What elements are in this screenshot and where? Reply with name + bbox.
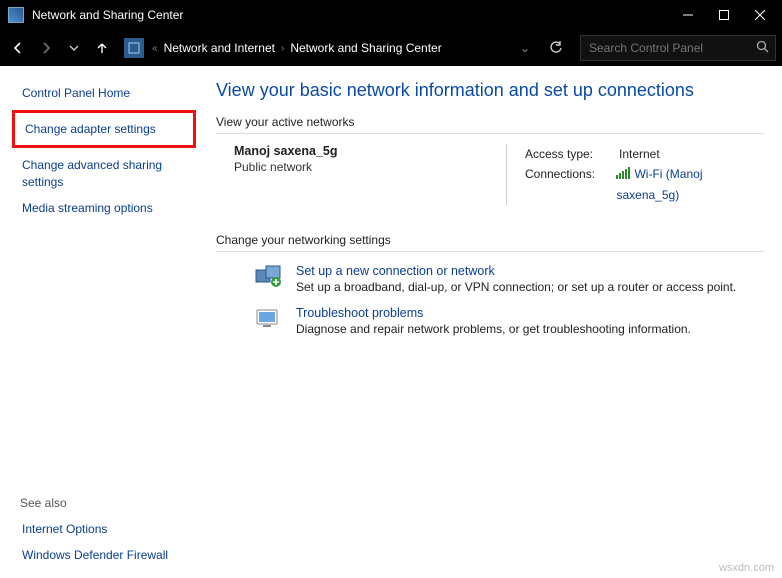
breadcrumb-network-internet[interactable]: Network and Internet [164,41,275,55]
address-icon [124,38,144,58]
access-type-value: Internet [619,144,660,164]
close-button[interactable] [742,0,778,30]
troubleshoot-desc: Diagnose and repair network problems, or… [296,322,691,336]
network-name: Manoj saxena_5g [234,144,506,158]
setup-connection-link[interactable]: Set up a new connection or network [296,264,495,278]
window-title: Network and Sharing Center [32,8,670,22]
action-setup-connection: Set up a new connection or network Set u… [254,264,764,294]
sidebar-media-streaming[interactable]: Media streaming options [20,195,190,221]
access-type-label: Access type: [525,144,609,164]
sidebar-advanced-sharing[interactable]: Change advanced sharing settings [20,152,190,194]
forward-button[interactable] [34,36,58,60]
divider [216,133,764,134]
sidebar-control-panel-home[interactable]: Control Panel Home [20,80,190,106]
connection-link[interactable]: Wi-Fi (Manoj saxena_5g) [616,167,702,201]
sidebar: Control Panel Home Change adapter settin… [0,66,200,578]
breadcrumb-sharing-center[interactable]: Network and Sharing Center [290,41,441,55]
recent-dropdown[interactable] [62,36,86,60]
network-type: Public network [234,160,506,174]
troubleshoot-link[interactable]: Troubleshoot problems [296,306,423,320]
highlight-change-adapter: Change adapter settings [12,110,196,148]
up-button[interactable] [90,36,114,60]
minimize-button[interactable] [670,0,706,30]
navbar: « Network and Internet › Network and Sha… [0,30,782,66]
change-settings-heading: Change your networking settings [216,233,764,247]
active-network-row: Manoj saxena_5g Public network Access ty… [234,144,764,205]
page-title: View your basic network information and … [216,80,764,101]
setup-connection-icon [254,264,282,288]
sidebar-internet-options[interactable]: Internet Options [20,516,190,542]
search-box[interactable] [580,35,776,61]
content: Control Panel Home Change adapter settin… [0,66,782,578]
search-input[interactable] [587,40,756,56]
divider [216,251,764,252]
search-icon[interactable] [756,40,769,56]
titlebar: Network and Sharing Center [0,0,782,30]
maximize-button[interactable] [706,0,742,30]
address-dropdown[interactable]: ⌄ [520,41,538,55]
sidebar-firewall[interactable]: Windows Defender Firewall [20,542,190,568]
setup-connection-desc: Set up a broadband, dial-up, or VPN conn… [296,280,736,294]
refresh-button[interactable] [542,34,570,62]
see-also-heading: See also [20,496,190,510]
active-networks-heading: View your active networks [216,115,764,129]
breadcrumb[interactable]: « Network and Internet › Network and Sha… [152,41,538,55]
main-panel: View your basic network information and … [200,66,782,578]
watermark: wsxdn.com [719,562,774,574]
back-button[interactable] [6,36,30,60]
sidebar-change-adapter[interactable]: Change adapter settings [23,116,185,142]
app-icon [8,7,24,23]
wifi-signal-icon [616,167,630,179]
connections-label: Connections: [525,164,607,205]
troubleshoot-icon [254,306,282,330]
action-troubleshoot: Troubleshoot problems Diagnose and repai… [254,306,764,336]
chevron-left-icon: « [152,43,158,54]
chevron-right-icon: › [281,43,284,54]
